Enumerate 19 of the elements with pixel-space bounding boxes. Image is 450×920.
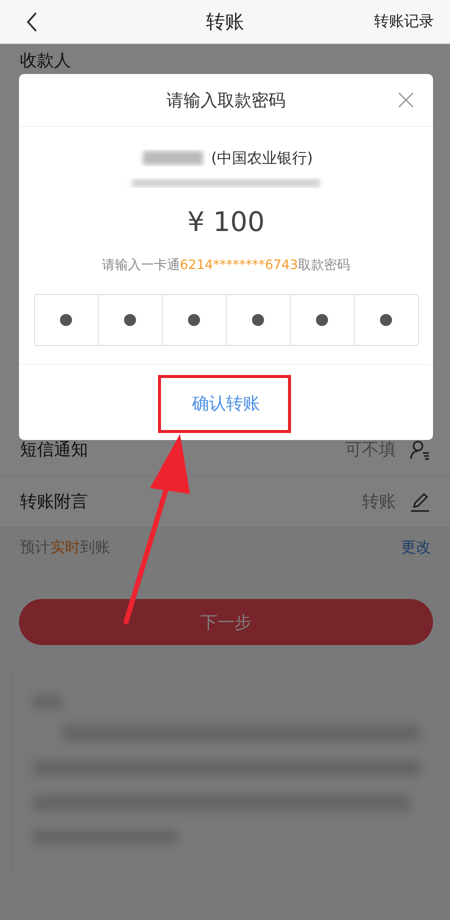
close-icon[interactable] [398, 92, 414, 108]
next-button[interactable]: 下一步 [19, 599, 433, 645]
dialog-title: 请输入取款密码 [166, 90, 286, 112]
confirm-transfer-button[interactable]: 确认转账 [176, 382, 276, 425]
back-icon[interactable] [26, 12, 38, 32]
field-label: 短信通知 [20, 439, 89, 461]
change-link[interactable]: 更改 [401, 538, 431, 557]
page-title: 转账 [206, 10, 244, 32]
password-field[interactable] [34, 294, 418, 346]
field-value[interactable]: 转账 [362, 490, 396, 513]
field-value[interactable]: 可不填 [345, 438, 396, 461]
transfer-history-link[interactable]: 转账记录 [374, 12, 434, 31]
amount: ¥ 100 [187, 207, 265, 238]
bank-name: (中国农业银行) [211, 148, 313, 168]
field-label: 转账附言 [20, 491, 89, 513]
pencil-icon[interactable] [410, 492, 430, 512]
contact-icon[interactable] [410, 440, 430, 460]
field-label: 收款人 [20, 51, 71, 71]
password-hint: 请输入一卡通6214********6743取款密码 [102, 257, 350, 274]
